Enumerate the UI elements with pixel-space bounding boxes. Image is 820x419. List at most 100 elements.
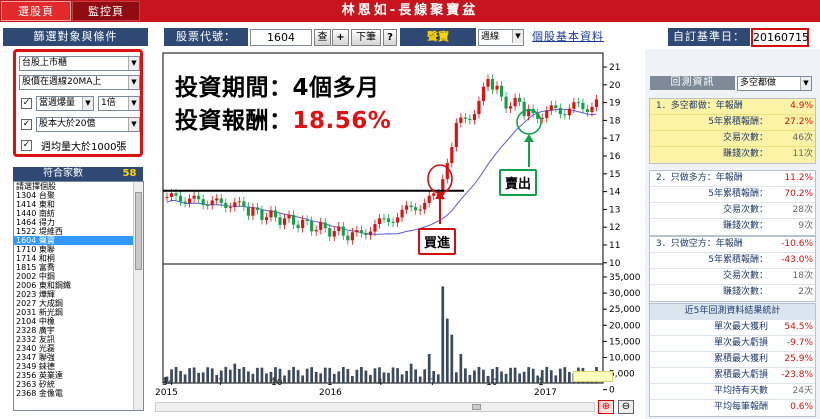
condition3-select[interactable]: 股本大於20億 ▼	[36, 117, 140, 132]
list-scroll-thumb[interactable]	[135, 192, 142, 270]
zoom-in-icon[interactable]: ⊕	[598, 400, 614, 414]
stat-value: 27.2%	[784, 117, 813, 127]
volume-bar	[265, 373, 268, 383]
stats-title-row: 近5年回測資料結果統計	[650, 304, 815, 320]
stock-list-item[interactable]: 2347 聯強	[14, 353, 143, 362]
volume-bar	[188, 368, 191, 383]
list-scrollbar[interactable]	[133, 182, 143, 410]
stock-list-item[interactable]: 1304 台聚	[14, 191, 143, 200]
candle-body	[233, 202, 237, 208]
candle-body	[459, 117, 463, 123]
zoom-out-icon[interactable]: ⊖	[618, 400, 634, 414]
candle-body	[237, 201, 241, 203]
candle-body	[314, 229, 318, 232]
query-button[interactable]: 查	[314, 29, 331, 46]
backtest-mode-select[interactable]: 多空都做 ▼	[737, 76, 812, 91]
stat-label: 5年累積報酬：	[708, 189, 768, 199]
candle-body	[165, 196, 169, 198]
volume-tick-label: 35,000	[609, 273, 641, 283]
tab-stock-selection[interactable]: 選股頁	[1, 1, 71, 21]
stock-list-item[interactable]: 請選擇個股	[14, 182, 143, 191]
stock-list-item[interactable]: 2006 東和鋼鐵	[14, 281, 143, 290]
condition2-multiplier-value: 1倍	[101, 98, 116, 108]
stat-row: 2．只做多方：年報酬 11.2%	[650, 171, 815, 187]
candle-body	[282, 218, 287, 225]
volume-bar	[527, 367, 531, 383]
candle-body	[337, 226, 341, 232]
volume-bar	[233, 363, 237, 383]
candle-body	[273, 210, 278, 218]
stock-list-item[interactable]: 1522 堤維西	[14, 227, 143, 236]
stock-list-item[interactable]: 2023 燁輝	[14, 290, 143, 299]
stock-list-item[interactable]: 1714 和桐	[14, 254, 143, 263]
stock-list-item[interactable]: 2104 中橡	[14, 317, 143, 326]
candle-body	[445, 163, 449, 180]
market-select[interactable]: 台股上市櫃 ▼	[19, 56, 140, 71]
condition2-checkbox[interactable]: ✓	[21, 98, 32, 109]
stat-row: 單次最大獲利 54.5%	[650, 320, 815, 336]
volume-bar	[482, 369, 485, 383]
stock-list-item[interactable]: 2363 矽統	[14, 380, 143, 389]
volume-bar	[522, 371, 526, 383]
stock-list-item[interactable]: 1815 富喬	[14, 263, 143, 272]
stock-listbox[interactable]: 請選擇個股 1304 台聚 1414 東和 1440 南紡 1464 得力 1522 堤維…	[13, 181, 144, 411]
condition1-select[interactable]: 股價在週線20MA上 ▼	[19, 75, 140, 90]
stock-list-item[interactable]: 2332 友訊	[14, 335, 143, 344]
add-stock-button[interactable]: +	[332, 29, 349, 46]
stock-list-item[interactable]: 1440 南紡	[14, 209, 143, 218]
volume-bar	[500, 371, 503, 383]
volume-bar	[206, 367, 210, 383]
volume-tick-label: 25,000	[609, 305, 641, 315]
stock-list-item[interactable]: 2349 錸德	[14, 362, 143, 371]
stock-list-item[interactable]: 1414 東和	[14, 200, 143, 209]
stock-info-link[interactable]: 個股基本資料	[532, 28, 642, 46]
candle-body	[382, 218, 386, 220]
volume-bar	[382, 372, 386, 383]
tab-monitor[interactable]: 監控頁	[72, 1, 140, 21]
stock-list-item[interactable]: 2340 光磊	[14, 344, 143, 353]
candle-body	[183, 201, 187, 204]
x-year-label: 2015	[155, 388, 178, 398]
base-date-input[interactable]: 20160715	[751, 28, 809, 47]
condition2-multiplier-select[interactable]: 1倍 ▼	[98, 96, 140, 111]
stock-list-item[interactable]: 2027 大成鋼	[14, 299, 143, 308]
price-tick-label: 14	[609, 188, 621, 198]
candle-body	[359, 230, 363, 234]
stock-list-item[interactable]: 2002 中鋼	[14, 272, 143, 281]
candle-body	[594, 99, 599, 107]
stat-label: 單次最大虧損	[713, 338, 768, 348]
candle-body	[391, 221, 395, 223]
long-short-section: 1．多空都做：年報酬 4.9% 5年累積報酬： 27.2% 交易次數： 46次 賺錢次數： 1…	[649, 98, 816, 164]
volume-bar	[432, 371, 436, 383]
condition2-type-select[interactable]: 當週爆量 ▼	[36, 96, 94, 111]
stock-code-input[interactable]: 1604	[250, 29, 312, 46]
stat-value: 70.2%	[784, 189, 813, 199]
stock-list-item[interactable]: 2328 廣宇	[14, 326, 143, 335]
volume-bar	[400, 374, 404, 383]
price-tick-label: 17	[609, 134, 620, 144]
volume-bar	[224, 366, 228, 383]
stock-list-item[interactable]: 1710 東聯	[14, 245, 143, 254]
stat-label: 交易次數：	[722, 271, 768, 281]
stat-label: 5年累積報酬：	[708, 255, 768, 265]
chart-scrollbar[interactable]	[155, 402, 595, 412]
volume-bar	[373, 368, 377, 383]
candle-body	[585, 109, 590, 113]
next-stock-button[interactable]: 下筆	[351, 29, 381, 46]
stock-list-item[interactable]: 1464 得力	[14, 218, 143, 227]
stock-list-item[interactable]: 2356 英業達	[14, 371, 143, 380]
candle-body	[499, 85, 504, 97]
condition3-checkbox[interactable]: ✓	[21, 119, 32, 130]
stock-list-item[interactable]: 1604 聲寶	[14, 236, 143, 245]
volume-bar	[518, 373, 521, 383]
volume-bar	[486, 375, 490, 383]
stock-list-item[interactable]: 2368 金像電	[14, 389, 143, 398]
volume-bar	[192, 367, 196, 383]
period-select[interactable]: 週線 ▼	[478, 29, 524, 46]
stock-list-item[interactable]: 2031 新光鋼	[14, 308, 143, 317]
volume-bar	[364, 370, 368, 383]
chart-scroll-thumb[interactable]	[472, 404, 481, 410]
help-button[interactable]: ?	[383, 29, 397, 46]
condition4-checkbox[interactable]: ✓	[21, 140, 32, 151]
volume-bar	[197, 372, 201, 383]
